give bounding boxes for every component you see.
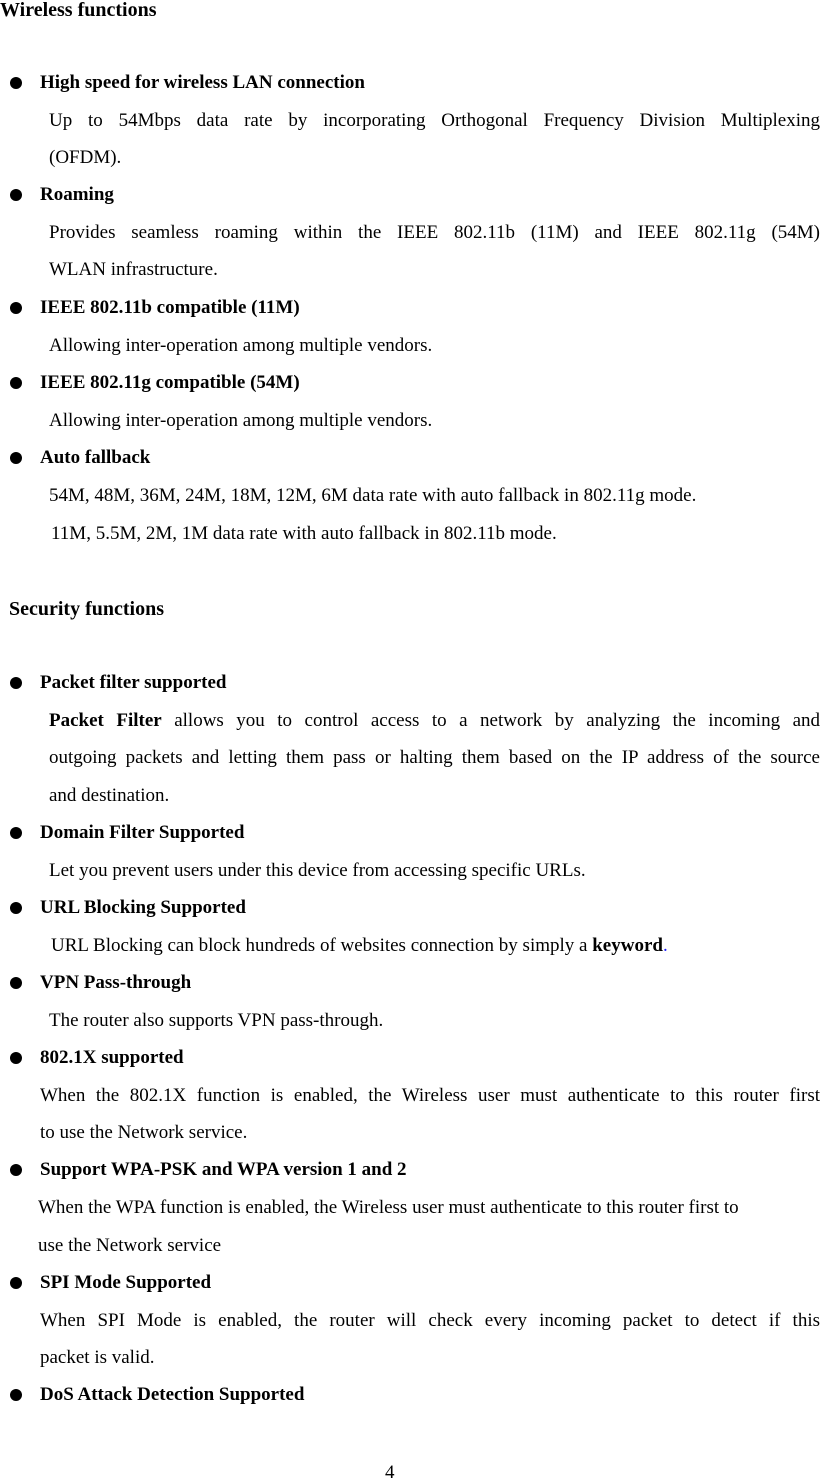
item-title-8021x: 802.1X supported [40,1047,184,1068]
bullet-icon [10,77,22,89]
item-text: Allowing inter-operation among multiple … [49,335,433,356]
item-text: URL Blocking can block hundreds of websi… [51,935,668,957]
bullet-icon [10,377,22,389]
item-text: (OFDM). [49,147,122,168]
bullet-icon [10,1389,22,1401]
item-text: Up to 54Mbps data rate by incorporating … [49,110,820,131]
item-text: and destination. [49,785,170,806]
bullet-icon [10,902,22,914]
bullet-icon [10,1277,22,1289]
item-title-roaming: Roaming [40,184,114,205]
item-text: outgoing packets and letting them pass o… [49,747,820,768]
item-text: Allowing inter-operation among multiple … [49,410,433,431]
item-text: 11M, 5.5M, 2M, 1M data rate with auto fa… [51,523,557,544]
item-text-rest: allows you to control access to a networ… [161,710,820,731]
url-blocking-text: URL Blocking can block hundreds of websi… [51,935,593,956]
bullet-icon [10,302,22,314]
page-number: 4 [385,1462,395,1483]
bullet-icon [10,827,22,839]
packet-filter-bold: Packet Filter [49,710,162,731]
item-title-dos: DoS Attack Detection Supported [40,1384,305,1405]
keyword-bold: keyword [592,935,663,956]
item-title-80211b: IEEE 802.11b compatible (11M) [40,297,300,318]
bullet-icon [10,977,22,989]
item-text: to use the Network service. [40,1122,248,1143]
item-text: Provides seamless roaming within the IEE… [49,222,820,243]
item-title-high-speed: High speed for wireless LAN connection [40,72,365,93]
item-title-80211g: IEEE 802.11g compatible (54M) [40,372,300,393]
item-title-auto-fallback: Auto fallback [40,447,151,468]
section-title-wireless: Wireless functions [0,0,157,21]
bullet-icon [10,189,22,201]
section-title-security: Security functions [9,598,164,620]
item-title-vpn: VPN Pass-through [40,972,192,993]
item-title-wpa: Support WPA-PSK and WPA version 1 and 2 [40,1159,407,1180]
item-title-domain-filter: Domain Filter Supported [40,822,245,843]
item-text: packet is valid. [40,1347,155,1368]
item-title-packet-filter: Packet filter supported [40,672,227,693]
bullet-icon [10,677,22,689]
item-text: 54M, 48M, 36M, 24M, 18M, 12M, 6M data ra… [49,485,697,506]
item-text: WLAN infrastructure. [49,259,218,280]
item-text: When the 802.1X function is enabled, the… [40,1085,820,1106]
bullet-icon [10,452,22,464]
item-text: Packet Filter allows you to control acce… [49,710,820,732]
item-text: When the WPA function is enabled, the Wi… [38,1197,739,1218]
bullet-icon [10,1164,22,1176]
item-title-url-blocking: URL Blocking Supported [40,897,246,918]
item-text: Let you prevent users under this device … [49,860,586,881]
item-title-spi: SPI Mode Supported [40,1272,212,1293]
period: . [662,935,668,956]
item-text: When SPI Mode is enabled, the router wil… [40,1310,820,1331]
bullet-icon [10,1052,22,1064]
item-text: use the Network service [38,1235,222,1256]
item-text: The router also supports VPN pass-throug… [49,1010,384,1031]
